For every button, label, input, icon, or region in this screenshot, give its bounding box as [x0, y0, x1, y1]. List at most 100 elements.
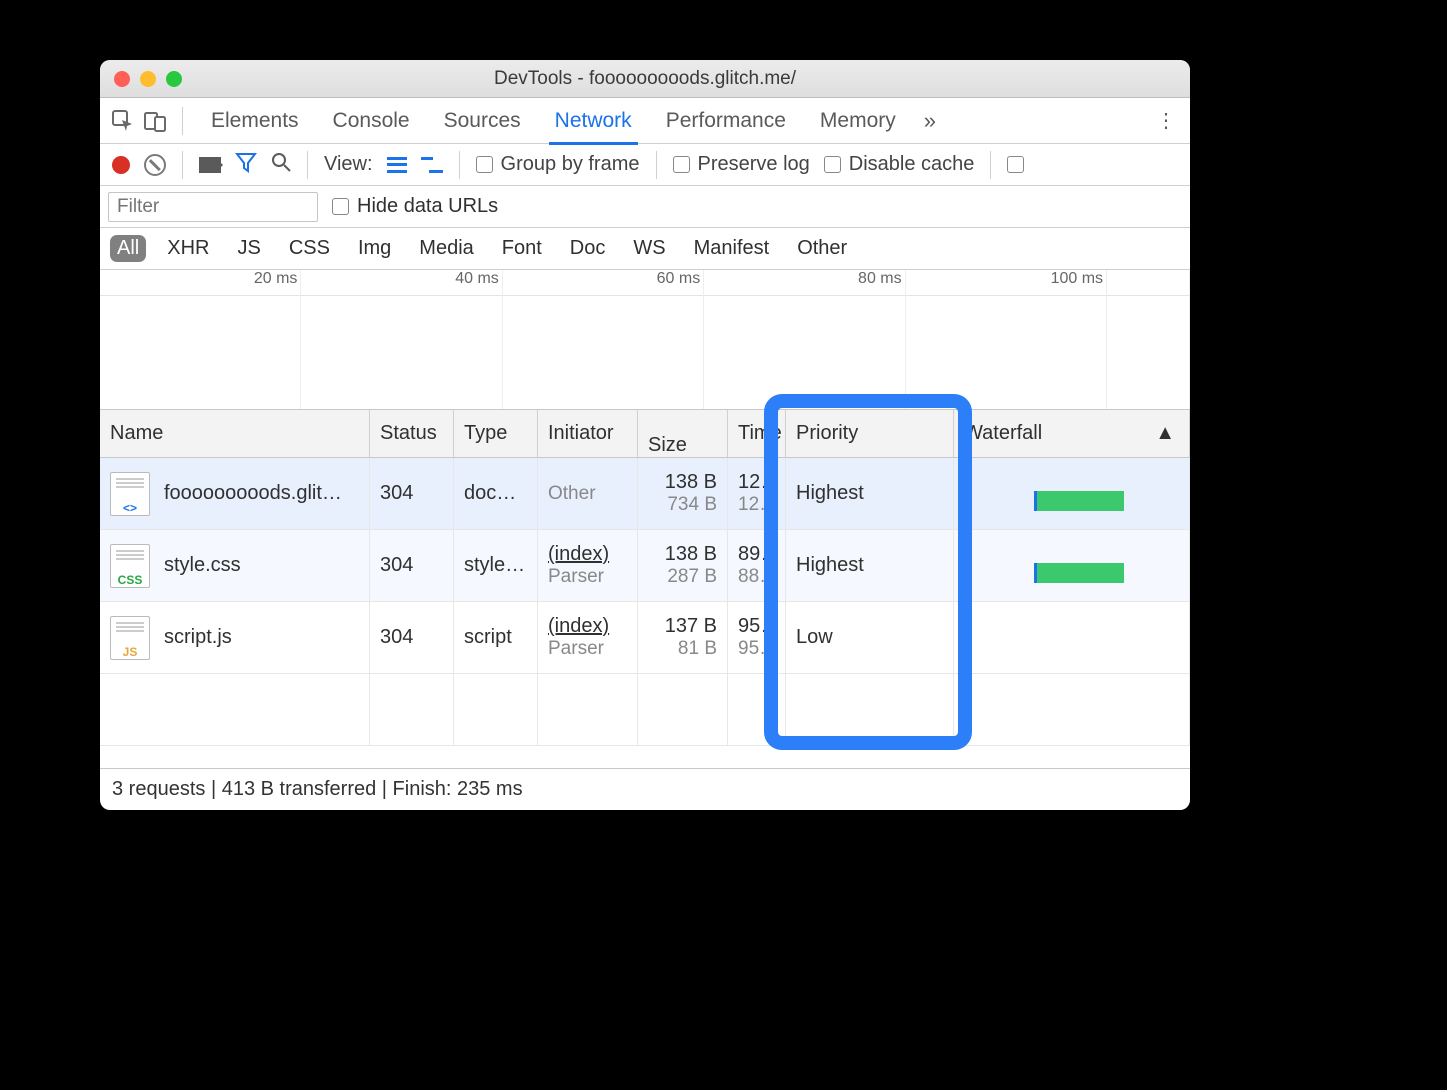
tab-elements[interactable]: Elements: [197, 109, 313, 133]
type-filter-css[interactable]: CSS: [282, 235, 337, 262]
group-by-frame-checkbox[interactable]: Group by frame: [476, 153, 640, 176]
network-toolbar: View: Group by frame Preserve log Disabl…: [100, 144, 1190, 186]
cell-time: 95…95…: [728, 602, 786, 673]
devtools-window: DevTools - fooooooooods.glitch.me/ Eleme…: [100, 60, 1190, 810]
cell-initiator: Other: [538, 458, 638, 529]
titlebar: DevTools - fooooooooods.glitch.me/: [100, 60, 1190, 98]
table-row[interactable]: JS script.js 304script(index)Parser137 B81…: [100, 602, 1190, 674]
frame-view-icon[interactable]: [421, 157, 443, 173]
cell-status: 304: [370, 530, 454, 601]
cell-status: 304: [370, 458, 454, 529]
sort-indicator-icon: ▲: [1155, 422, 1175, 445]
type-filter-img[interactable]: Img: [351, 235, 398, 262]
type-filter-all[interactable]: All: [110, 235, 146, 262]
tab-network[interactable]: Network: [541, 109, 646, 133]
table-row[interactable]: <> fooooooooods.glit… 304doc…Other138 B734…: [100, 458, 1190, 530]
table-row[interactable]: CSS style.css 304style…(index)Parser138 B2…: [100, 530, 1190, 602]
list-view-icon[interactable]: [387, 157, 407, 173]
file-html-icon: <>: [110, 472, 150, 516]
close-icon[interactable]: [114, 71, 130, 87]
timeline-tick: 100 ms: [906, 270, 1107, 295]
type-filter-js[interactable]: JS: [230, 235, 267, 262]
view-label: View:: [324, 153, 373, 176]
col-initiator[interactable]: Initiator: [538, 410, 638, 457]
type-filter-font[interactable]: Font: [495, 235, 549, 262]
separator: [307, 151, 308, 179]
col-status[interactable]: Status: [370, 410, 454, 457]
cell-priority: Low: [786, 602, 954, 673]
timeline-tick: 80 ms: [704, 270, 905, 295]
cell-priority: Highest: [786, 458, 954, 529]
filter-input[interactable]: [108, 192, 318, 222]
minimize-icon[interactable]: [140, 71, 156, 87]
record-button[interactable]: [112, 156, 130, 174]
table-header-row: Name Status Type Initiator Size Time Pri…: [100, 410, 1190, 458]
tab-console[interactable]: Console: [319, 109, 424, 133]
status-summary: 3 requests | 413 B transferred | Finish:…: [112, 778, 523, 801]
table-row-empty: [100, 674, 1190, 746]
cell-initiator: (index)Parser: [538, 530, 638, 601]
type-filter-xhr[interactable]: XHR: [160, 235, 216, 262]
file-js-icon: JS: [110, 616, 150, 660]
cell-time: 12…12…: [728, 458, 786, 529]
cell-initiator: (index)Parser: [538, 602, 638, 673]
cell-waterfall: [954, 458, 1190, 529]
col-name[interactable]: Name: [100, 410, 370, 457]
preserve-log-checkbox[interactable]: Preserve log: [673, 153, 810, 176]
settings-menu-icon[interactable]: ⋮: [1152, 108, 1180, 133]
col-size[interactable]: Size: [638, 410, 728, 457]
filter-toggle-icon[interactable]: [235, 151, 257, 179]
cell-waterfall: [954, 602, 1190, 673]
separator: [459, 151, 460, 179]
cell-type: style…: [454, 530, 538, 601]
col-time[interactable]: Time: [728, 410, 786, 457]
requests-table: Name Status Type Initiator Size Time Pri…: [100, 410, 1190, 768]
cell-size: 137 B81 B: [638, 602, 728, 673]
request-name: style.css: [164, 554, 241, 577]
timeline-tick: 40 ms: [301, 270, 502, 295]
cell-size: 138 B734 B: [638, 458, 728, 529]
cell-status: 304: [370, 602, 454, 673]
tab-performance[interactable]: Performance: [652, 109, 800, 133]
type-filter-doc[interactable]: Doc: [563, 235, 613, 262]
disable-cache-checkbox[interactable]: Disable cache: [824, 153, 975, 176]
hide-data-urls-checkbox[interactable]: Hide data URLs: [332, 195, 498, 218]
file-css-icon: CSS: [110, 544, 150, 588]
cell-waterfall: [954, 530, 1190, 601]
cell-priority: Highest: [786, 530, 954, 601]
offline-checkbox[interactable]: O: [1007, 153, 1029, 176]
cell-time: 89…88…: [728, 530, 786, 601]
search-icon[interactable]: [271, 152, 291, 178]
timeline-ruler: 20 ms40 ms60 ms80 ms100 ms: [100, 270, 1190, 296]
type-filter-other[interactable]: Other: [790, 235, 854, 262]
tab-memory[interactable]: Memory: [806, 109, 910, 133]
tab-sources[interactable]: Sources: [430, 109, 535, 133]
clear-button[interactable]: [144, 154, 166, 176]
request-name: script.js: [164, 626, 232, 649]
status-bar: 3 requests | 413 B transferred | Finish:…: [100, 768, 1190, 810]
separator: [656, 151, 657, 179]
traffic-lights: [100, 71, 182, 87]
waterfall-bar: [1034, 491, 1124, 511]
separator: [182, 107, 183, 135]
col-waterfall[interactable]: Waterfall▲: [954, 410, 1190, 457]
cell-type: doc…: [454, 458, 538, 529]
device-toggle-icon[interactable]: [142, 108, 168, 134]
timeline-overview[interactable]: 20 ms40 ms60 ms80 ms100 ms: [100, 270, 1190, 410]
inspect-element-icon[interactable]: [110, 108, 136, 134]
tabs-overflow-icon[interactable]: »: [916, 108, 944, 134]
type-filter-manifest[interactable]: Manifest: [687, 235, 777, 262]
cell-type: script: [454, 602, 538, 673]
cell-size: 138 B287 B: [638, 530, 728, 601]
timeline-tick: 60 ms: [503, 270, 704, 295]
zoom-icon[interactable]: [166, 71, 182, 87]
screenshot-button[interactable]: [199, 157, 221, 173]
type-filter-ws[interactable]: WS: [626, 235, 672, 262]
type-filters: All XHR JS CSS Img Media Font Doc WS Manifest Othe…: [100, 228, 1190, 270]
waterfall-bar: [1034, 563, 1124, 583]
request-name: fooooooooods.glit…: [164, 482, 342, 505]
type-filter-media[interactable]: Media: [412, 235, 480, 262]
col-type[interactable]: Type: [454, 410, 538, 457]
window-title: DevTools - fooooooooods.glitch.me/: [100, 68, 1190, 90]
col-priority[interactable]: Priority: [786, 410, 954, 457]
